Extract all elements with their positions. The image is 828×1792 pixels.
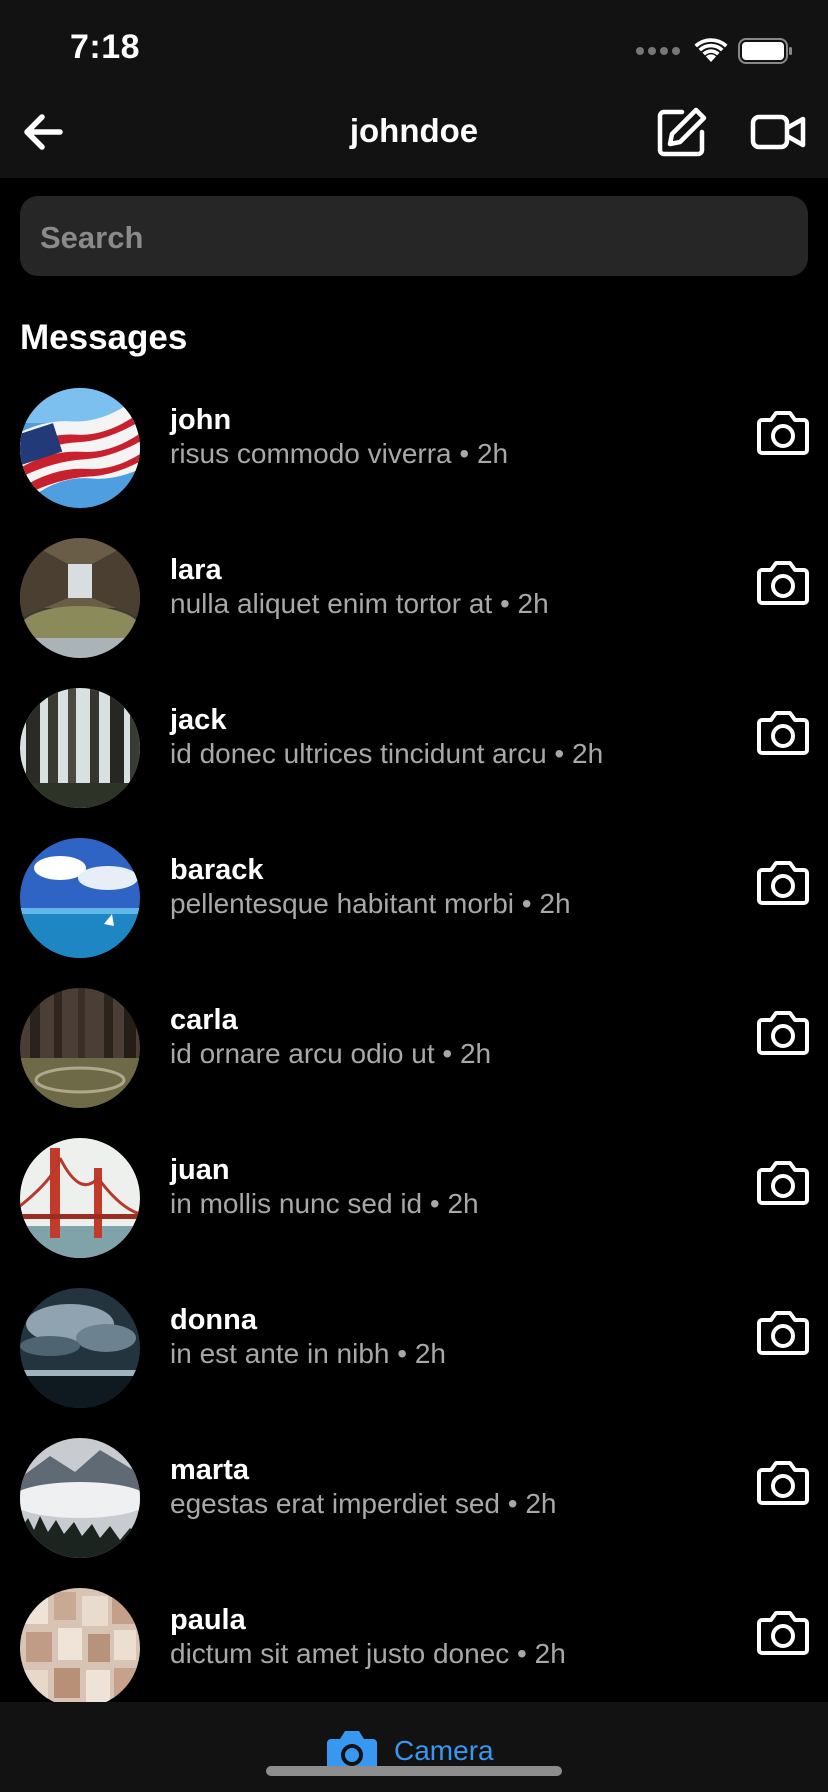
home-indicator [266, 1766, 562, 1776]
camera-icon[interactable] [756, 408, 810, 456]
status-time: 7:18 [70, 28, 141, 66]
avatar[interactable] [20, 388, 140, 508]
message-thread[interactable]: marta egestas erat imperdiet sed • 2h [0, 1438, 828, 1588]
camera-icon[interactable] [756, 558, 810, 606]
avatar[interactable] [20, 1438, 140, 1558]
thread-preview: id ornare arcu odio ut • 2h [170, 1038, 492, 1069]
status-icons [636, 38, 794, 64]
camera-icon[interactable] [756, 858, 810, 906]
message-thread[interactable]: carla id ornare arcu odio ut • 2h [0, 988, 828, 1138]
avatar[interactable] [20, 1138, 140, 1258]
avatar[interactable] [20, 838, 140, 958]
top-bar: 7:18 johndoe [0, 0, 828, 178]
camera-icon[interactable] [756, 1308, 810, 1356]
thread-name: john [170, 404, 232, 436]
camera-icon[interactable] [756, 1458, 810, 1506]
avatar[interactable] [20, 1588, 140, 1708]
camera-icon[interactable] [756, 1158, 810, 1206]
search-placeholder: Search [40, 220, 144, 255]
thread-preview: dictum sit amet justo donec • 2h [170, 1638, 566, 1669]
section-title: Messages [20, 318, 188, 357]
message-thread[interactable]: jack id donec ultrices tincidunt arcu • … [0, 688, 828, 838]
thread-preview: nulla aliquet enim tortor at • 2h [170, 588, 549, 619]
avatar[interactable] [20, 1288, 140, 1408]
signal-dots-icon [636, 47, 680, 55]
message-thread[interactable]: john risus commodo viverra • 2h [0, 388, 828, 538]
camera-icon[interactable] [756, 1008, 810, 1056]
battery-icon [738, 38, 792, 64]
thread-preview: in mollis nunc sed id • 2h [170, 1188, 479, 1219]
camera-icon[interactable] [756, 1608, 810, 1656]
thread-name: paula [170, 1604, 246, 1636]
search-input[interactable]: Search [20, 196, 808, 276]
bottom-bar: Camera [0, 1702, 828, 1792]
wifi-icon [694, 38, 728, 62]
thread-preview: risus commodo viverra • 2h [170, 438, 509, 469]
compose-icon[interactable] [656, 106, 708, 158]
thread-name: lara [170, 554, 222, 586]
avatar[interactable] [20, 538, 140, 658]
message-thread[interactable]: juan in mollis nunc sed id • 2h [0, 1138, 828, 1288]
thread-preview: in est ante in nibh • 2h [170, 1338, 446, 1369]
camera-label: Camera [394, 1735, 494, 1766]
thread-name: marta [170, 1454, 249, 1486]
thread-name: jack [170, 704, 227, 736]
thread-name: barack [170, 854, 264, 886]
avatar[interactable] [20, 988, 140, 1108]
thread-name: juan [170, 1154, 230, 1186]
avatar[interactable] [20, 688, 140, 808]
message-thread[interactable]: lara nulla aliquet enim tortor at • 2h [0, 538, 828, 688]
video-camera-icon[interactable] [750, 112, 806, 152]
thread-preview: egestas erat imperdiet sed • 2h [170, 1488, 557, 1519]
thread-preview: pellentesque habitant morbi • 2h [170, 888, 571, 919]
thread-preview: id donec ultrices tincidunt arcu • 2h [170, 738, 604, 769]
thread-name: carla [170, 1004, 238, 1036]
message-thread[interactable]: barack pellentesque habitant morbi • 2h [0, 838, 828, 988]
camera-icon[interactable] [756, 708, 810, 756]
message-thread[interactable]: donna in est ante in nibh • 2h [0, 1288, 828, 1438]
thread-name: donna [170, 1304, 257, 1336]
